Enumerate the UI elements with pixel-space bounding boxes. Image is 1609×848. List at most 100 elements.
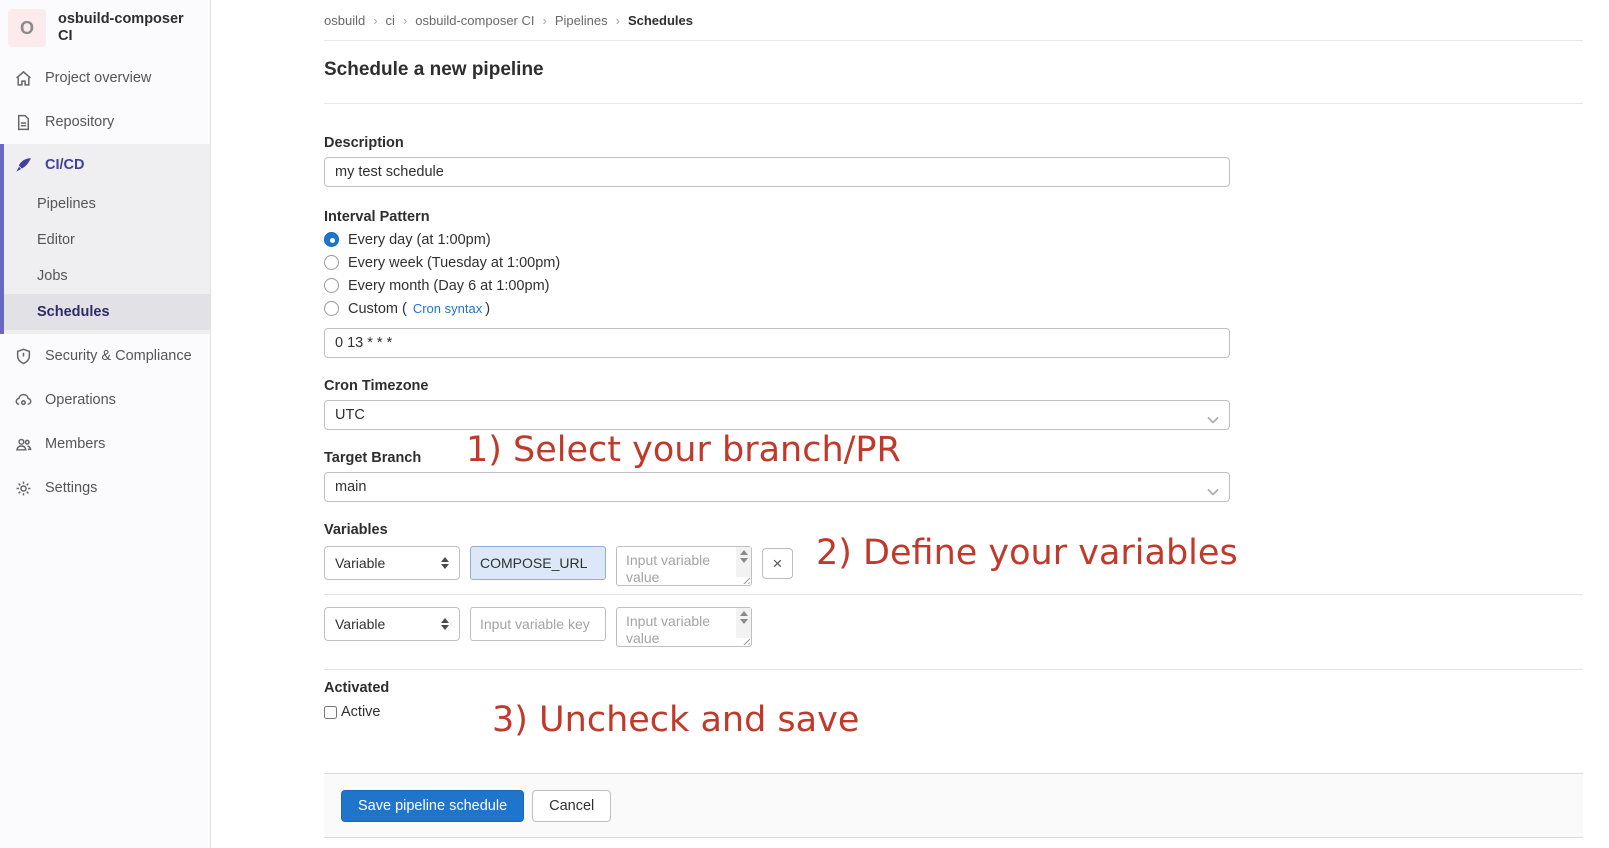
variable-value-wrap: [616, 546, 752, 586]
variable-value-wrap: [616, 607, 752, 647]
activated-label: Activated: [324, 680, 1583, 696]
updown-arrows-icon: [441, 618, 449, 630]
save-pipeline-schedule-button[interactable]: Save pipeline schedule: [341, 790, 524, 822]
radio-label: Custom (: [348, 301, 407, 317]
sidebar-item-label: Members: [45, 436, 105, 452]
document-icon: [15, 114, 32, 131]
sidebar-group-cicd: CI/CD Pipelines Editor Jobs Schedules: [0, 144, 210, 334]
breadcrumb-item-osbuild[interactable]: osbuild: [324, 13, 365, 28]
radio-label: Every month (Day 6 at 1:00pm): [348, 278, 549, 294]
description-input[interactable]: [324, 157, 1230, 187]
chevron-down-icon: [1207, 412, 1219, 428]
breadcrumb-item-schedules: Schedules: [628, 13, 693, 28]
active-checkbox-row: Active: [324, 704, 1583, 720]
radio-label: Every week (Tuesday at 1:00pm): [348, 255, 560, 271]
scrollbar[interactable]: [736, 608, 751, 638]
breadcrumb: osbuild › ci › osbuild-composer CI › Pip…: [324, 0, 1583, 41]
variable-type-select[interactable]: Variable: [324, 607, 460, 641]
cloud-gear-icon: [15, 392, 32, 409]
sidebar-item-members[interactable]: Members: [0, 422, 210, 466]
main-area: osbuild › ci › osbuild-composer CI › Pip…: [212, 0, 1609, 848]
users-icon: [15, 436, 32, 453]
active-checkbox[interactable]: [324, 706, 337, 719]
breadcrumb-item-project[interactable]: osbuild-composer CI: [415, 13, 534, 28]
target-branch-value: main: [335, 479, 366, 495]
sidebar-item-security-compliance[interactable]: Security & Compliance: [0, 334, 210, 378]
active-checkbox-label: Active: [341, 704, 381, 720]
sidebar-item-jobs[interactable]: Jobs: [4, 258, 210, 294]
sidebar-item-label: Jobs: [37, 268, 68, 284]
cron-pattern-input[interactable]: [324, 328, 1230, 358]
sidebar-item-label: Settings: [45, 480, 97, 496]
sidebar-item-cicd[interactable]: CI/CD: [4, 144, 210, 186]
project-name: osbuild-composer CI: [58, 11, 202, 46]
sidebar-item-label: Pipelines: [37, 196, 96, 212]
radio-every-week[interactable]: Every week (Tuesday at 1:00pm): [324, 251, 1583, 274]
target-branch-select[interactable]: main: [324, 472, 1230, 502]
project-header[interactable]: O osbuild-composer CI: [0, 0, 210, 56]
sidebar-item-label: Repository: [45, 114, 114, 130]
description-label: Description: [324, 135, 1583, 151]
sidebar: O osbuild-composer CI Project overview R…: [0, 0, 211, 848]
radio-label: Every day (at 1:00pm): [348, 232, 491, 248]
chevron-right-icon: ›: [543, 13, 547, 28]
variable-type-value: Variable: [335, 555, 385, 571]
target-branch-label: Target Branch: [324, 450, 1583, 466]
divider: [324, 669, 1583, 670]
sidebar-item-label: Security & Compliance: [45, 348, 192, 364]
radio-icon[interactable]: [324, 255, 339, 270]
sidebar-item-pipelines[interactable]: Pipelines: [4, 186, 210, 222]
remove-variable-button[interactable]: ×: [762, 548, 793, 579]
sidebar-item-repository[interactable]: Repository: [0, 100, 210, 144]
interval-pattern-label: Interval Pattern: [324, 209, 1583, 225]
sidebar-item-project-overview[interactable]: Project overview: [0, 56, 210, 100]
variable-type-value: Variable: [335, 616, 385, 632]
cron-timezone-label: Cron Timezone: [324, 378, 1583, 394]
variable-row: Variable ×: [324, 546, 1583, 586]
radio-icon[interactable]: [324, 278, 339, 293]
cron-syntax-link[interactable]: Cron syntax: [413, 301, 482, 316]
variable-row: Variable: [324, 607, 1583, 647]
project-avatar: O: [8, 9, 46, 47]
updown-arrows-icon: [441, 557, 449, 569]
rocket-icon: [15, 157, 32, 174]
variable-key-input[interactable]: [470, 546, 606, 580]
interval-pattern-radios: Every day (at 1:00pm) Every week (Tuesda…: [324, 228, 1583, 320]
home-icon: [15, 70, 32, 87]
radio-selected-icon[interactable]: [324, 232, 339, 247]
radio-custom[interactable]: Custom ( Cron syntax ): [324, 297, 1583, 320]
variable-type-select[interactable]: Variable: [324, 546, 460, 580]
sidebar-item-label: Operations: [45, 392, 116, 408]
sidebar-item-schedules[interactable]: Schedules: [4, 294, 210, 330]
page-title: Schedule a new pipeline: [324, 41, 1583, 104]
gear-icon: [15, 480, 32, 497]
sidebar-item-operations[interactable]: Operations: [0, 378, 210, 422]
sidebar-item-label: Editor: [37, 232, 75, 248]
breadcrumb-item-ci[interactable]: ci: [386, 13, 395, 28]
variable-value-textarea[interactable]: [616, 607, 752, 647]
sidebar-item-label: CI/CD: [45, 157, 84, 173]
cron-timezone-value: UTC: [335, 407, 365, 423]
chevron-right-icon: ›: [403, 13, 407, 28]
sidebar-item-label: Project overview: [45, 70, 151, 86]
variable-value-textarea[interactable]: [616, 546, 752, 586]
form-actions-footer: Save pipeline schedule Cancel: [324, 773, 1583, 838]
radio-icon[interactable]: [324, 301, 339, 316]
variable-key-input[interactable]: [470, 607, 606, 641]
scrollbar[interactable]: [736, 547, 751, 577]
radio-label: ): [485, 301, 490, 317]
cancel-button[interactable]: Cancel: [532, 790, 611, 822]
sidebar-nav: Project overview Repository CI/CD Pipeli…: [0, 56, 210, 510]
chevron-right-icon: ›: [616, 13, 620, 28]
divider: [324, 594, 1583, 595]
radio-every-month[interactable]: Every month (Day 6 at 1:00pm): [324, 274, 1583, 297]
sidebar-item-label: Schedules: [37, 304, 110, 320]
sidebar-item-settings[interactable]: Settings: [0, 466, 210, 510]
cron-timezone-select[interactable]: UTC: [324, 400, 1230, 430]
breadcrumb-item-pipelines[interactable]: Pipelines: [555, 13, 608, 28]
radio-every-day[interactable]: Every day (at 1:00pm): [324, 228, 1583, 251]
chevron-down-icon: [1207, 484, 1219, 500]
shield-icon: [15, 348, 32, 365]
sidebar-item-editor[interactable]: Editor: [4, 222, 210, 258]
chevron-right-icon: ›: [373, 13, 377, 28]
